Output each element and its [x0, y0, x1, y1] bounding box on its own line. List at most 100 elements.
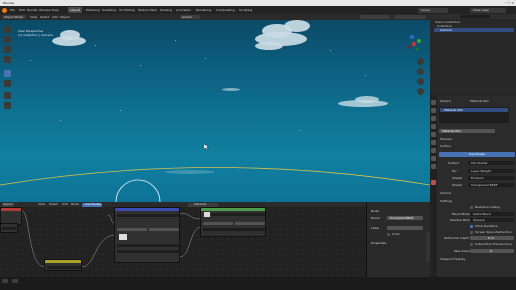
menu-render[interactable]: Render: [27, 9, 38, 12]
properties-object-breadcrumb: Sphere: [440, 99, 451, 103]
tab-sculpting[interactable]: Sculpting: [102, 9, 116, 12]
pass-index-field[interactable]: 0: [470, 249, 514, 253]
3d-viewport[interactable]: User Perspective (1) Collection | Camera: [0, 20, 430, 202]
viewport-menu-add[interactable]: Add: [52, 16, 58, 19]
fac-field[interactable]: Layer Weight: [468, 169, 514, 173]
overlay-toggles[interactable]: [360, 15, 390, 19]
annotate-tool-icon[interactable]: [4, 92, 11, 99]
node-input-field[interactable]: [0, 223, 18, 233]
window-controls[interactable]: ─ ☐ ✕: [505, 1, 514, 5]
physics-tab-icon[interactable]: [431, 164, 436, 169]
shader2-field[interactable]: Transparent BSDF: [468, 183, 514, 187]
modifier-tab-icon[interactable]: [431, 156, 436, 161]
menu-window[interactable]: Window: [39, 9, 51, 12]
surface-panel-header[interactable]: Surface: [440, 145, 451, 148]
move-tool-icon[interactable]: [4, 46, 11, 53]
properties-editor: Sphere Material.001 Material.001 Materia…: [430, 96, 516, 277]
preview-panel-header[interactable]: Preview: [440, 138, 452, 141]
transform-tool-icon[interactable]: [4, 80, 11, 87]
backface-culling-checkbox[interactable]: [470, 206, 473, 209]
tab-uv-editing[interactable]: UV Editing: [119, 9, 135, 12]
view-layer-selector[interactable]: View Layer: [470, 7, 506, 13]
material-selector[interactable]: Material: [188, 202, 218, 207]
node-label-field[interactable]: [387, 226, 423, 230]
refraction-depth-label: Refraction Depth: [444, 237, 470, 240]
volume-panel-header[interactable]: Volume: [440, 192, 451, 195]
menu-edit[interactable]: Edit: [19, 9, 25, 12]
node-menu-select[interactable]: Select: [49, 203, 58, 206]
camera-view-icon[interactable]: [417, 78, 424, 85]
tab-shading[interactable]: Shading: [160, 9, 172, 12]
tweak-tool-icon[interactable]: [4, 26, 11, 33]
outliner-row-camera[interactable]: Camera: [434, 28, 514, 32]
screen-space-refraction-checkbox[interactable]: [470, 231, 473, 234]
perspective-toggle-icon[interactable]: [417, 88, 424, 95]
editor-type-selector[interactable]: Object: [2, 202, 14, 207]
pan-hand-icon[interactable]: [417, 68, 424, 75]
tab-modeling[interactable]: Modeling: [86, 9, 100, 12]
measure-tool-icon[interactable]: [4, 102, 11, 109]
render-tab-icon[interactable]: [431, 108, 436, 113]
menu-help[interactable]: Help: [52, 9, 59, 12]
viewport-menu-view[interactable]: View: [30, 16, 37, 19]
viewport-menu-select[interactable]: Select: [40, 16, 49, 19]
shader1-field[interactable]: Emission: [468, 176, 514, 180]
node-image-texture[interactable]: [114, 207, 180, 263]
view-layer-tab-icon[interactable]: [431, 124, 436, 129]
subsurface-translucency-checkbox[interactable]: [470, 243, 473, 246]
use-nodes-button[interactable]: Use Nodes: [439, 152, 515, 157]
node-menu-node[interactable]: Node: [71, 203, 79, 206]
viewport-menu-object[interactable]: Object: [60, 16, 70, 19]
tab-texture-paint[interactable]: Texture Paint: [138, 9, 157, 12]
zoom-icon[interactable]: [417, 58, 424, 65]
fac-row-label: Fac: [452, 170, 457, 173]
tab-layout[interactable]: Layout: [68, 7, 82, 13]
cursor-tool-icon[interactable]: [4, 36, 11, 43]
viewport-display-panel-header[interactable]: Viewport Display: [440, 258, 465, 261]
navigation-gizmo[interactable]: [404, 34, 424, 54]
tool-tab-icon[interactable]: [431, 100, 436, 105]
blender-logo-icon[interactable]: [2, 7, 7, 13]
menu-file[interactable]: File: [10, 9, 15, 12]
material-slot-list[interactable]: Material.001: [439, 107, 509, 123]
scale-tool-icon[interactable]: [4, 70, 11, 77]
sidebar-name-label: Name: [371, 217, 380, 220]
node-principled-bsdf[interactable]: [200, 207, 266, 237]
properties-tabs: [430, 96, 437, 277]
use-nodes-toggle[interactable]: Use Nodes: [82, 202, 102, 207]
shading-mode-buttons[interactable]: [394, 15, 426, 19]
outliner-search-input[interactable]: [460, 15, 490, 18]
material-tab-icon[interactable]: [431, 180, 436, 185]
node-menu-add[interactable]: Add: [62, 203, 68, 206]
tab-scripting[interactable]: Scripting: [239, 9, 252, 12]
blend-mode-select[interactable]: Alpha Blend: [470, 212, 514, 216]
outliner-header: [430, 14, 516, 19]
surface-shader-field[interactable]: Mix Shader: [468, 161, 514, 165]
tab-animation[interactable]: Animation: [176, 9, 191, 12]
sidebar-color-label: Color: [392, 233, 400, 236]
show-backface-checkbox[interactable]: [470, 225, 473, 228]
image-thumbnail: [119, 234, 127, 240]
rotate-tool-icon[interactable]: [4, 56, 11, 63]
object-tab-icon[interactable]: [431, 148, 436, 153]
material-slot[interactable]: Material.001: [440, 108, 508, 112]
tab-rendering[interactable]: Rendering: [196, 9, 211, 12]
world-tab-icon[interactable]: [431, 140, 436, 145]
scene-tab-icon[interactable]: [431, 132, 436, 137]
node-editor-canvas[interactable]: [0, 207, 366, 277]
shadow-mode-select[interactable]: Opaque: [470, 218, 514, 222]
mode-selector[interactable]: Object Mode: [2, 15, 26, 19]
output-tab-icon[interactable]: [431, 116, 436, 121]
node-name-field[interactable]: Principled BSDF: [387, 216, 423, 220]
refraction-depth-field[interactable]: 0 m: [470, 236, 514, 240]
sidebar-label-label: Label: [371, 227, 380, 230]
node-value[interactable]: [44, 259, 82, 271]
material-name-field[interactable]: Material.001: [439, 129, 495, 133]
color-checkbox[interactable]: [387, 233, 390, 236]
scene-selector[interactable]: Scene: [418, 7, 448, 13]
settings-panel-header[interactable]: Settings: [440, 200, 452, 203]
tab-compositing[interactable]: Compositing: [216, 9, 235, 12]
subsurface-translucency-label: Subsurface Translucency: [475, 243, 513, 246]
node-menu-view[interactable]: View: [38, 203, 45, 206]
transform-orientation[interactable]: Global: [180, 15, 200, 19]
